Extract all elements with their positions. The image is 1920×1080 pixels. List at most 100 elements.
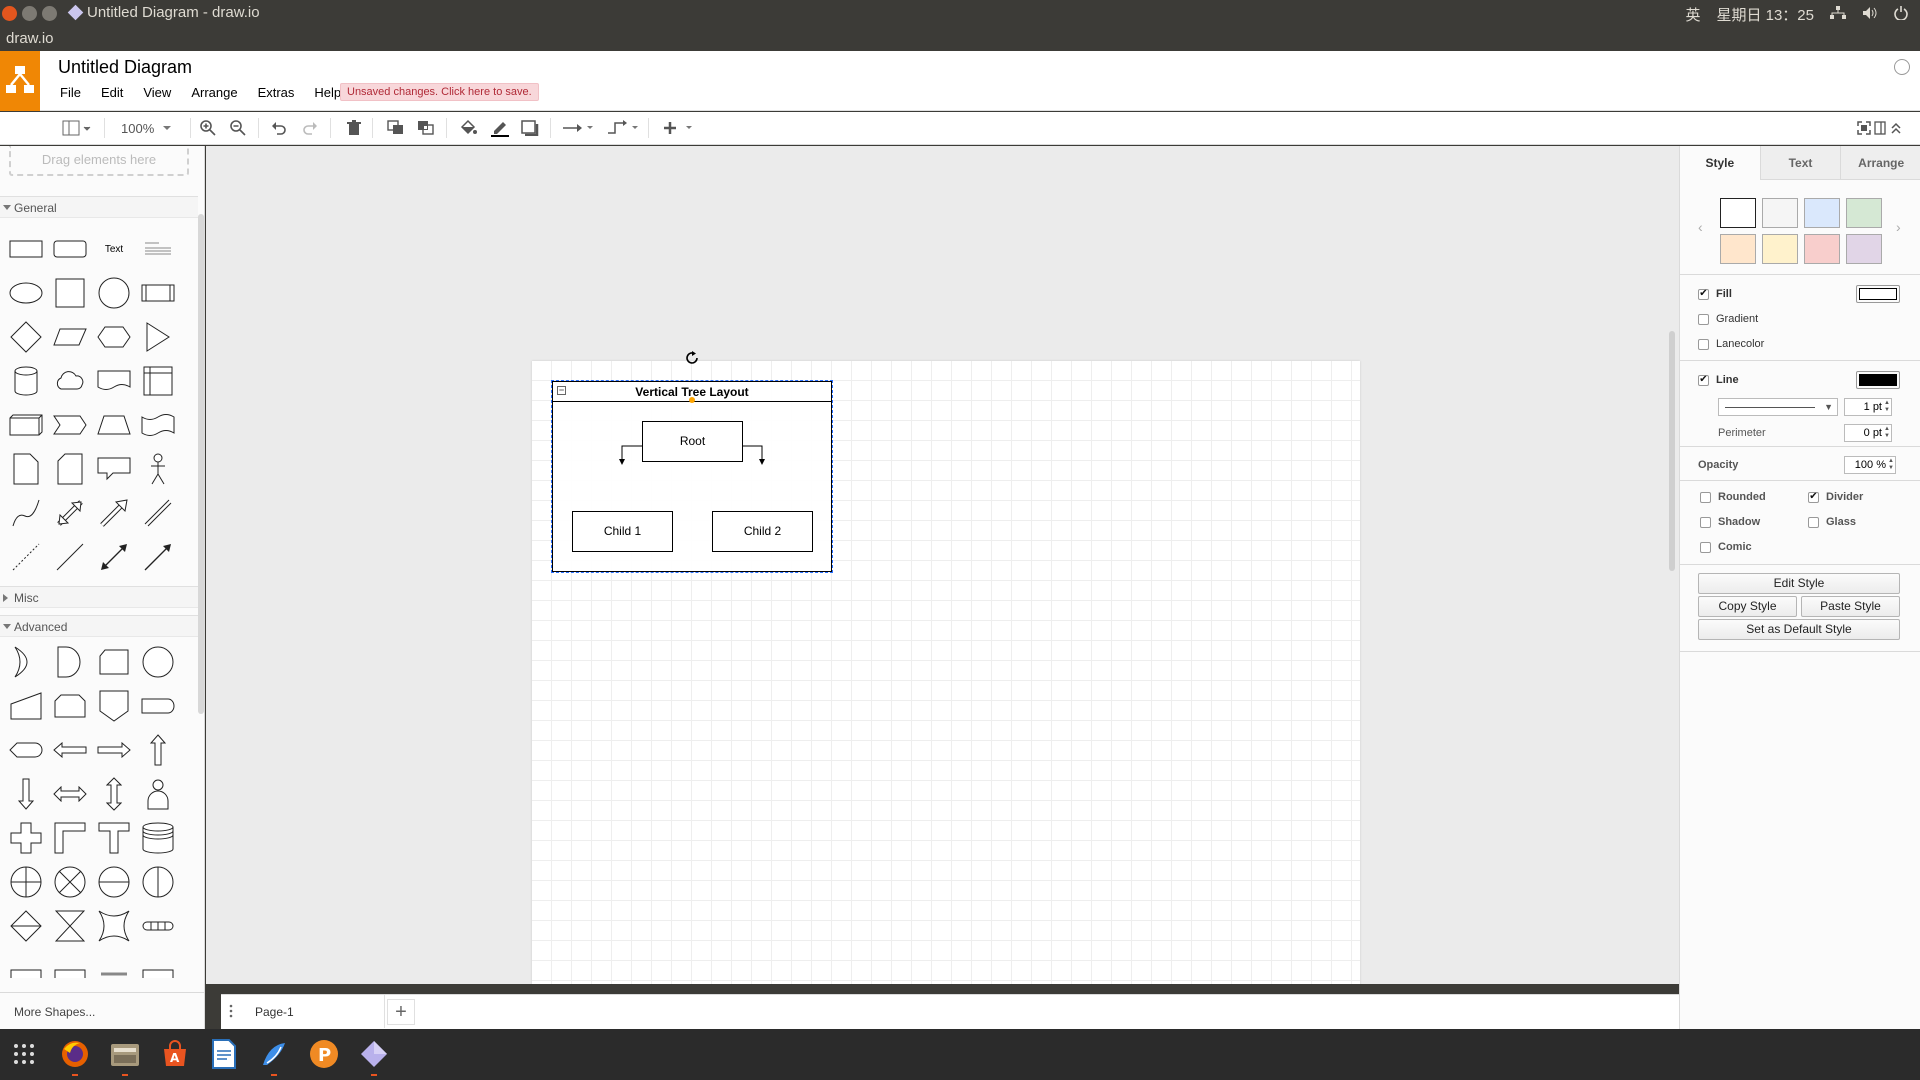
swatch-prev-icon[interactable]: ‹ (1698, 219, 1703, 235)
step-shape[interactable] (50, 405, 90, 445)
divider-checkbox[interactable]: ✔ (1808, 491, 1819, 503)
menu-edit[interactable]: Edit (89, 85, 131, 100)
rectangle-shape[interactable] (6, 229, 46, 269)
tab-text[interactable]: Text (1759, 146, 1841, 180)
divider-row[interactable]: ✔ Divider (1808, 491, 1863, 503)
style-swatch[interactable] (1762, 234, 1798, 264)
power-icon[interactable] (1894, 5, 1908, 24)
right-arrow-shape[interactable] (94, 730, 134, 770)
cylinder-shape[interactable] (6, 361, 46, 401)
connection-style-dropdown[interactable] (562, 119, 596, 137)
trapezoid-shape[interactable] (94, 405, 134, 445)
note-shape[interactable] (6, 449, 46, 489)
rounded-checkbox[interactable] (1700, 491, 1711, 503)
square-shape[interactable] (50, 273, 90, 313)
more-shapes-button[interactable]: More Shapes... (0, 992, 205, 1029)
tree-node-child1[interactable]: Child 1 (572, 511, 673, 552)
selection-handle[interactable] (689, 397, 695, 403)
data-storage-shape[interactable] (94, 642, 134, 682)
window-minimize-button[interactable] (22, 6, 37, 21)
tape-shape[interactable] (138, 405, 178, 445)
scratchpad-drop-zone[interactable]: Drag elements here (9, 146, 189, 176)
language-globe-icon[interactable] (1894, 59, 1910, 75)
style-swatch[interactable] (1762, 198, 1798, 228)
network-icon[interactable] (1830, 5, 1846, 24)
directional-connector-shape[interactable] (138, 537, 178, 577)
off-page-reference-shape[interactable] (94, 686, 134, 726)
copy-style-button[interactable]: Copy Style (1698, 596, 1797, 617)
fill-color-icon[interactable] (459, 119, 477, 137)
down-arrow-shape[interactable] (6, 774, 46, 814)
undo-icon[interactable] (271, 119, 287, 137)
menu-file[interactable]: File (58, 85, 89, 100)
rounded-row[interactable]: Rounded (1700, 491, 1766, 503)
paste-style-button[interactable]: Paste Style (1801, 596, 1900, 617)
table-shape[interactable] (50, 950, 90, 990)
insert-dropdown[interactable] (662, 119, 696, 137)
text-shape[interactable]: Text (94, 229, 134, 269)
style-swatch[interactable] (1720, 198, 1756, 228)
sidebar-scrollbar[interactable] (198, 214, 204, 714)
hexagon-shape[interactable] (94, 317, 134, 357)
wps-presentation-icon[interactable]: P (306, 1036, 342, 1072)
vertical-scrollbar[interactable] (1669, 331, 1675, 571)
container-shape[interactable] (138, 950, 178, 990)
tree-node-child2[interactable]: Child 2 (712, 511, 813, 552)
chain-shape[interactable] (138, 906, 178, 946)
fill-row[interactable]: ✔ Fill (1698, 288, 1732, 300)
rounded-rectangle-shape[interactable] (50, 229, 90, 269)
arrow-shape[interactable] (94, 493, 134, 533)
section-misc[interactable]: Misc (0, 586, 198, 608)
ellipse-shape[interactable] (6, 273, 46, 313)
delete-icon[interactable] (346, 119, 362, 137)
format-panel-toggle[interactable] (62, 119, 92, 137)
tab-style[interactable]: Style (1680, 146, 1760, 180)
volume-icon[interactable] (1862, 6, 1878, 24)
edit-style-button[interactable]: Edit Style (1698, 573, 1900, 594)
collapse-header-icon[interactable] (1890, 119, 1902, 137)
circle-shape[interactable] (94, 273, 134, 313)
shotwell-icon[interactable] (256, 1036, 292, 1076)
format-panel-icon[interactable] (1874, 119, 1886, 137)
card-shape[interactable] (50, 449, 90, 489)
comic-checkbox[interactable] (1700, 541, 1711, 553)
triangle-shape[interactable] (138, 317, 178, 357)
delay-shape[interactable] (138, 686, 178, 726)
window-maximize-button[interactable] (42, 6, 57, 21)
style-swatch[interactable] (1804, 234, 1840, 264)
perimeter-input[interactable]: 0 pt ▲ ▼ (1844, 424, 1892, 442)
left-right-arrow-shape[interactable] (50, 774, 90, 814)
textbox-shape[interactable] (138, 229, 178, 269)
shadow-checkbox[interactable] (1700, 516, 1711, 528)
waypoints-dropdown[interactable] (607, 119, 641, 137)
line-pattern-dropdown[interactable]: ▼ (1718, 398, 1838, 416)
zoom-out-icon[interactable] (229, 119, 247, 137)
glass-checkbox[interactable] (1808, 516, 1819, 528)
internal-storage-shape[interactable] (138, 361, 178, 401)
and-shape[interactable] (50, 642, 90, 682)
list-item-shape[interactable] (94, 950, 134, 990)
shadow-row[interactable]: Shadow (1700, 516, 1760, 528)
lanecolor-row[interactable]: Lanecolor (1698, 338, 1764, 350)
zoom-in-icon[interactable] (199, 119, 217, 137)
curve-shape[interactable] (6, 493, 46, 533)
to-back-icon[interactable] (417, 119, 435, 137)
document-title[interactable]: Untitled Diagram (58, 57, 192, 78)
bidirectional-connector-shape[interactable] (94, 537, 134, 577)
swatch-next-icon[interactable]: › (1896, 219, 1901, 235)
display-shape[interactable] (6, 730, 46, 770)
cross-shape[interactable] (6, 818, 46, 858)
document-shape[interactable] (94, 361, 134, 401)
tee-shape[interactable] (94, 818, 134, 858)
link-shape[interactable] (138, 493, 178, 533)
corner-shape[interactable] (50, 818, 90, 858)
style-swatch[interactable] (1804, 198, 1840, 228)
unsaved-changes-button[interactable]: Unsaved changes. Click here to save. (340, 83, 539, 101)
loop-limit-shape[interactable] (50, 686, 90, 726)
line-shape[interactable] (50, 537, 90, 577)
opacity-input[interactable]: 100 % ▲ ▼ (1844, 456, 1896, 474)
line-color-icon[interactable] (490, 119, 510, 137)
lanecolor-checkbox[interactable] (1698, 338, 1709, 350)
summing-junction-shape[interactable] (6, 862, 46, 902)
left-arrow-shape[interactable] (50, 730, 90, 770)
